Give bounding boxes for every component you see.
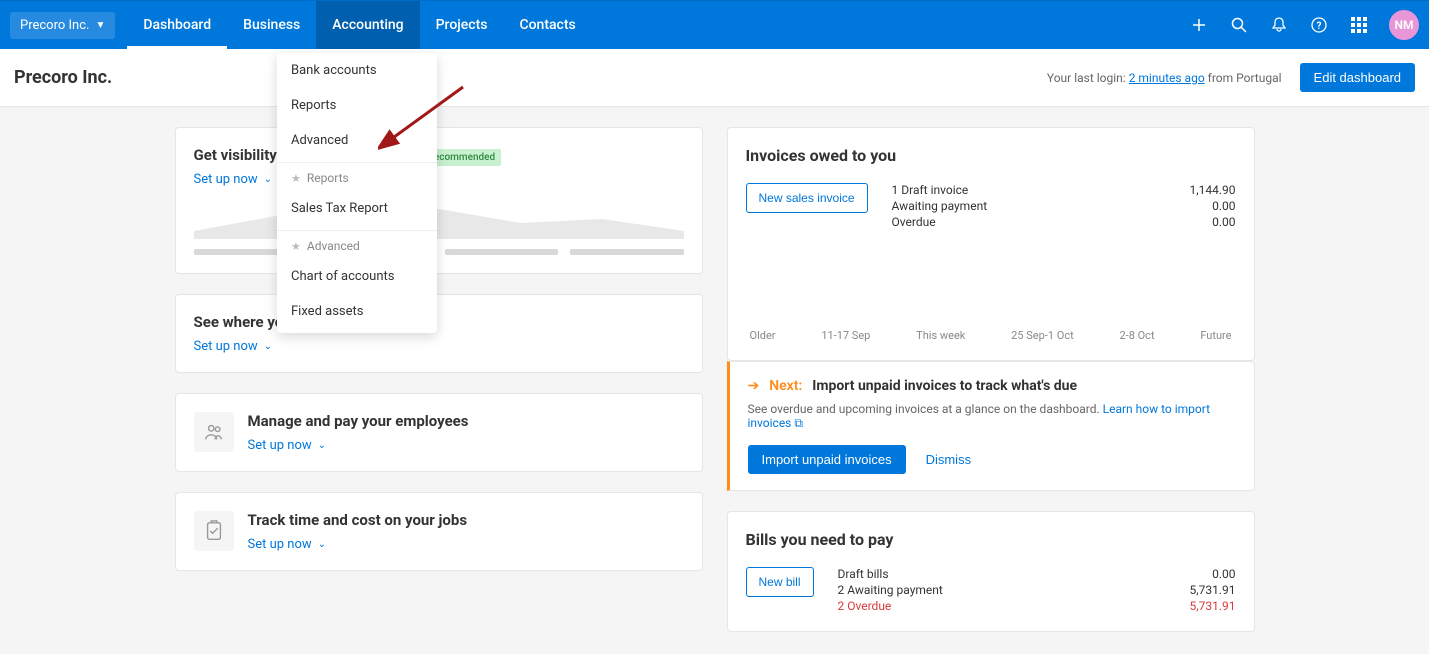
dropdown-item-sales-tax-report[interactable]: Sales Tax Report <box>277 191 437 226</box>
bell-icon[interactable] <box>1269 15 1289 35</box>
dropdown-item-advanced[interactable]: Advanced <box>277 123 437 158</box>
nav-tabs: Dashboard Business Accounting Projects C… <box>127 1 591 49</box>
dropdown-item-chart-of-accounts[interactable]: Chart of accounts <box>277 259 437 294</box>
page-title: Precoro Inc. <box>14 67 112 88</box>
new-bill-button[interactable]: New bill <box>746 567 814 597</box>
org-switcher[interactable]: Precoro Inc. ▼ <box>10 12 115 39</box>
apps-icon[interactable] <box>1349 15 1369 35</box>
tab-contacts[interactable]: Contacts <box>503 1 591 49</box>
stat-item[interactable]: Awaiting payment0.00 <box>892 199 1236 213</box>
chevron-down-icon: ⌄ <box>318 440 326 451</box>
next-label: Next: <box>769 378 802 394</box>
invoice-stats: 1 Draft invoice1,144.90 Awaiting payment… <box>892 183 1236 229</box>
tab-accounting[interactable]: Accounting <box>316 1 419 49</box>
right-column: Invoices owed to you New sales invoice 1… <box>727 127 1255 632</box>
last-login-text: Your last login: 2 minutes ago from Port… <box>1047 71 1282 85</box>
cash-flow-card: Get visibility over your cash flow Recom… <box>175 127 703 274</box>
bills-stats: Draft bills0.00 2 Awaiting payment5,731.… <box>838 567 1236 613</box>
people-icon <box>194 412 234 452</box>
dropdown-item-bank-accounts[interactable]: Bank accounts <box>277 53 437 88</box>
help-icon[interactable]: ? <box>1309 15 1329 35</box>
bills-card: Bills you need to pay New bill Draft bil… <box>727 511 1255 632</box>
tab-projects[interactable]: Projects <box>420 1 504 49</box>
top-nav-bar: Precoro Inc. ▼ Dashboard Business Accoun… <box>0 0 1429 49</box>
avatar[interactable]: NM <box>1389 10 1419 40</box>
time-cost-card: Track time and cost on your jobs Set up … <box>175 492 703 571</box>
clipboard-icon <box>194 511 234 551</box>
chevron-down-icon: ⌄ <box>318 539 326 550</box>
dropdown-section-advanced: ★ Advanced <box>277 230 437 259</box>
last-login-link[interactable]: 2 minutes ago <box>1129 71 1205 85</box>
money-going-card: See where your money is going Set up now… <box>175 294 703 373</box>
chevron-down-icon: ⌄ <box>264 174 272 185</box>
accounting-dropdown: Bank accounts Reports Advanced ★ Reports… <box>277 53 437 333</box>
left-column: Get visibility over your cash flow Recom… <box>175 127 703 632</box>
chevron-down-icon: ⌄ <box>264 341 272 352</box>
stat-item-overdue[interactable]: 2 Overdue5,731.91 <box>838 599 1236 613</box>
invoices-card: Invoices owed to you New sales invoice 1… <box>727 127 1255 361</box>
next-title: Import unpaid invoices to track what's d… <box>812 378 1077 394</box>
tab-dashboard[interactable]: Dashboard <box>127 1 227 49</box>
employees-card: Manage and pay your employees Set up now… <box>175 393 703 472</box>
subheader: Precoro Inc. Your last login: 2 minutes … <box>0 49 1429 107</box>
set-up-now-link[interactable]: Set up now ⌄ <box>194 339 273 354</box>
card-title: Track time and cost on your jobs <box>248 511 468 529</box>
dropdown-item-fixed-assets[interactable]: Fixed assets <box>277 294 437 329</box>
card-title: Bills you need to pay <box>746 530 1236 549</box>
stat-item[interactable]: 2 Awaiting payment5,731.91 <box>838 583 1236 597</box>
dropdown-section-reports: ★ Reports <box>277 162 437 191</box>
caret-down-icon: ▼ <box>95 20 105 31</box>
next-description: See overdue and upcoming invoices at a g… <box>748 402 1236 431</box>
chart-axis: Older 11-17 Sep This week 25 Sep-1 Oct 2… <box>746 329 1236 342</box>
set-up-now-link[interactable]: Set up now ⌄ <box>248 438 327 453</box>
arrow-right-icon: ➔ <box>748 378 760 394</box>
org-name: Precoro Inc. <box>20 18 89 33</box>
subhead-right: Your last login: 2 minutes ago from Port… <box>1047 63 1415 92</box>
import-unpaid-invoices-button[interactable]: Import unpaid invoices <box>748 445 906 474</box>
edit-dashboard-button[interactable]: Edit dashboard <box>1300 63 1415 92</box>
tab-business[interactable]: Business <box>227 1 316 49</box>
dropdown-item-reports[interactable]: Reports <box>277 88 437 123</box>
external-link-icon: ⧉ <box>794 416 803 430</box>
set-up-now-link[interactable]: Set up now ⌄ <box>248 537 327 552</box>
next-steps-panel: ➔ Next: Import unpaid invoices to track … <box>727 361 1255 491</box>
stat-item[interactable]: 1 Draft invoice1,144.90 <box>892 183 1236 197</box>
card-title: See where your money is going <box>194 313 684 331</box>
set-up-now-link[interactable]: Set up now ⌄ <box>194 172 273 187</box>
card-title: Manage and pay your employees <box>248 412 469 430</box>
placeholder-chart <box>194 201 684 255</box>
card-title: Invoices owed to you <box>746 146 1236 165</box>
new-sales-invoice-button[interactable]: New sales invoice <box>746 183 868 213</box>
dismiss-button[interactable]: Dismiss <box>926 452 972 467</box>
plus-icon[interactable] <box>1189 15 1209 35</box>
stat-item[interactable]: Overdue0.00 <box>892 215 1236 229</box>
svg-text:?: ? <box>1317 21 1322 32</box>
topbar-right: ? NM <box>1189 10 1419 40</box>
star-icon: ★ <box>291 240 301 253</box>
stat-item[interactable]: Draft bills0.00 <box>838 567 1236 581</box>
search-icon[interactable] <box>1229 15 1249 35</box>
star-icon: ★ <box>291 172 301 185</box>
